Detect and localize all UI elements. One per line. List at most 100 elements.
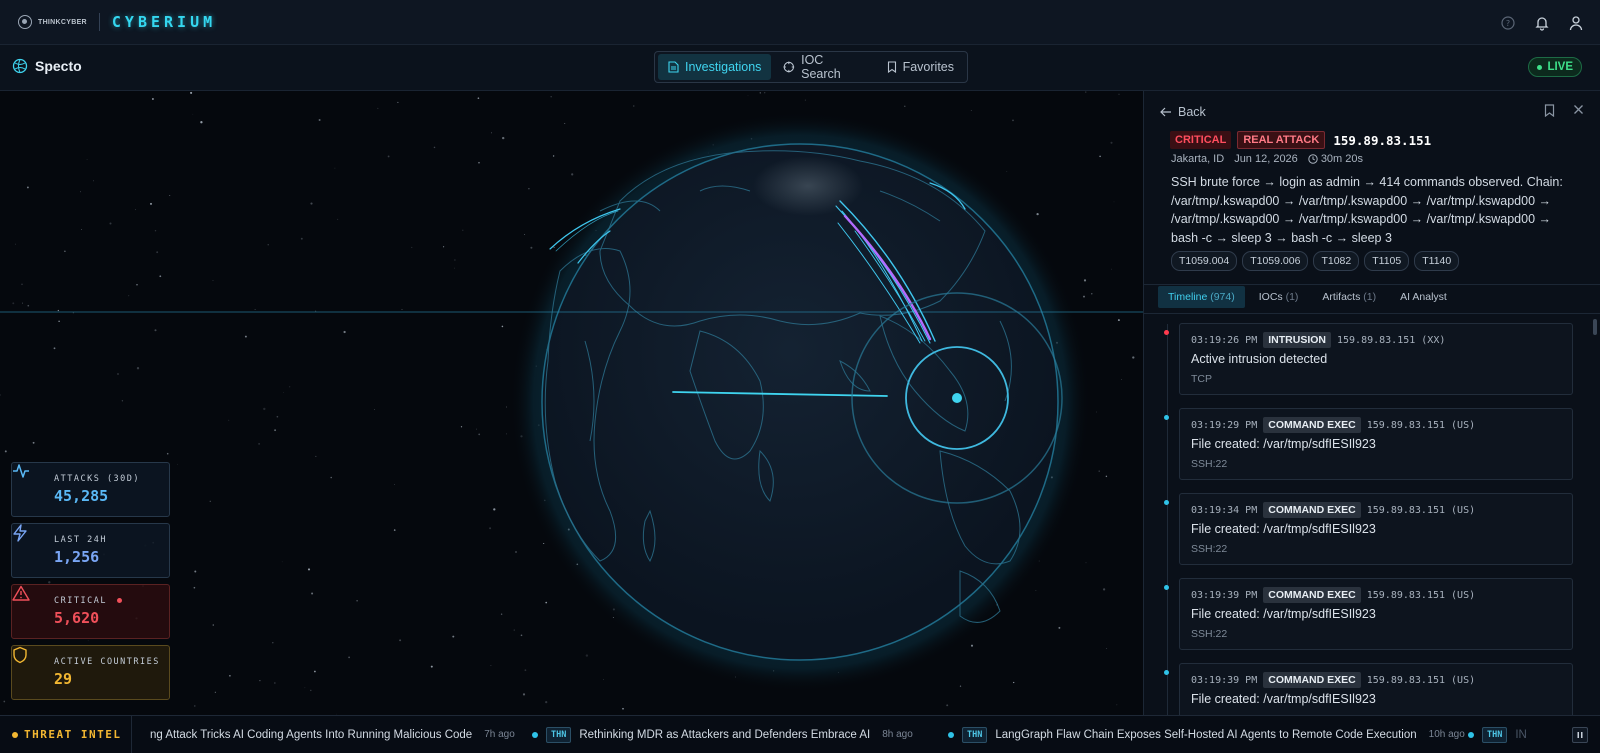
- tab-artifacts[interactable]: Artifacts (1): [1312, 286, 1386, 308]
- event-title: File created: /var/tmp/sdfIESIl923: [1191, 607, 1376, 621]
- help-icon[interactable]: ?: [1500, 15, 1516, 31]
- event-time: 03:19:39 PM: [1191, 674, 1258, 686]
- event-protocol: SSH:22: [1191, 458, 1228, 470]
- star: [430, 665, 433, 668]
- incident-duration: 30m 20s: [1308, 153, 1363, 165]
- threat-intel-ticker: THREAT INTEL ng Attack Tricks AI Coding …: [0, 715, 1600, 753]
- star: [330, 476, 332, 479]
- star: [304, 687, 306, 689]
- star: [274, 429, 277, 432]
- ticker-item[interactable]: THN Rethinking MDR as Attackers and Defe…: [532, 716, 913, 753]
- star: [159, 275, 162, 278]
- timeline-scrollbar[interactable]: [1593, 319, 1597, 335]
- tab-timeline-label: Timeline: [1168, 291, 1208, 303]
- ticker-item[interactable]: THN LangGraph Flaw Chain Exposes Self-Ho…: [948, 716, 1465, 753]
- timeline-event[interactable]: 03:19:26 PM INTRUSION 159.89.83.151 (XX)…: [1164, 323, 1573, 395]
- star: [491, 132, 492, 134]
- live-label: LIVE: [1547, 61, 1573, 73]
- star: [1035, 590, 1037, 592]
- app-title-text: Specto: [35, 58, 82, 74]
- classification-badge: REAL ATTACK: [1237, 131, 1326, 149]
- star: [946, 704, 949, 707]
- star: [530, 246, 533, 249]
- star: [411, 246, 413, 248]
- incident-description: SSH brute force → login as admin → 414 c…: [1171, 175, 1563, 245]
- star: [156, 251, 159, 254]
- ticker-pause-button[interactable]: [1572, 727, 1588, 743]
- ticker-source-badge: THN: [546, 726, 572, 743]
- back-button[interactable]: Back: [1160, 105, 1206, 119]
- technique-tag[interactable]: T1140: [1414, 251, 1460, 271]
- star: [1102, 588, 1106, 591]
- star: [904, 105, 906, 108]
- star: [310, 689, 312, 692]
- technique-tag[interactable]: T1082: [1313, 251, 1360, 271]
- tab-investigations[interactable]: Investigations: [658, 54, 772, 80]
- star: [377, 107, 379, 109]
- event-source: 159.89.83.151 (US): [1366, 589, 1476, 601]
- stat-value: 29: [54, 670, 73, 688]
- star: [1083, 279, 1087, 282]
- stat-card-attacks-30d: ATTACKS (30D) 45,285: [11, 462, 170, 517]
- stat-label: LAST 24H: [54, 535, 107, 545]
- stat-card-last-24h: LAST 24H 1,256: [11, 523, 170, 578]
- event-type: COMMAND EXEC: [1263, 502, 1361, 518]
- tab-ai-analyst[interactable]: AI Analyst: [1390, 286, 1457, 308]
- star: [959, 685, 962, 687]
- bookmark-icon[interactable]: [1544, 104, 1555, 117]
- star: [117, 373, 119, 375]
- star: [80, 228, 82, 230]
- critical-dot: [116, 598, 122, 603]
- star: [337, 218, 339, 220]
- star: [1121, 378, 1122, 380]
- star: [27, 304, 30, 307]
- severity-badge: CRITICAL: [1170, 131, 1232, 149]
- star: [109, 222, 112, 225]
- incident-ip[interactable]: 159.89.83.151: [1333, 133, 1431, 148]
- target-point[interactable]: [952, 393, 962, 403]
- timeline-event[interactable]: 03:19:39 PM COMMAND EXEC 159.89.83.151 (…: [1164, 578, 1573, 650]
- app-header: Specto Investigations IOC Search Favorit…: [0, 45, 1600, 91]
- app-title[interactable]: Specto: [12, 58, 82, 74]
- star: [149, 202, 153, 205]
- star: [228, 419, 230, 421]
- star: [334, 167, 336, 169]
- star: [1098, 470, 1100, 472]
- user-icon[interactable]: [1568, 15, 1584, 31]
- bell-icon[interactable]: [1534, 15, 1550, 31]
- tab-artifacts-label: Artifacts: [1322, 291, 1361, 303]
- star: [212, 624, 215, 626]
- event-dot: [1164, 330, 1169, 335]
- event-title: Active intrusion detected: [1191, 352, 1328, 366]
- star: [1110, 141, 1113, 144]
- star: [397, 101, 399, 103]
- event-type: COMMAND EXEC: [1263, 587, 1361, 603]
- star: [506, 406, 507, 408]
- technique-tag[interactable]: T1059.004: [1171, 251, 1238, 271]
- event-type: INTRUSION: [1263, 332, 1331, 348]
- thinkcyber-logo: THINKCYBER: [18, 15, 87, 29]
- globe-map[interactable]: ATTACKS (30D) 45,285 LAST 24H 1,256 CRIT…: [0, 91, 1143, 715]
- event-protocol: TCP: [1191, 373, 1212, 385]
- ticker-title: Rethinking MDR as Attackers and Defender…: [579, 728, 871, 741]
- tab-iocs-count: (1): [1285, 291, 1299, 303]
- tab-ioc-search[interactable]: IOC Search: [773, 53, 874, 81]
- tab-favorites[interactable]: Favorites: [877, 54, 964, 80]
- tab-iocs[interactable]: IOCs (1): [1249, 286, 1309, 308]
- ticker-item[interactable]: THN IN: [1468, 716, 1527, 753]
- technique-tag[interactable]: T1105: [1364, 251, 1410, 271]
- timeline-event[interactable]: 03:19:34 PM COMMAND EXEC 159.89.83.151 (…: [1164, 493, 1573, 565]
- incident-location: Jakarta, ID: [1171, 153, 1225, 165]
- star: [1099, 155, 1101, 158]
- event-title: File created: /var/tmp/sdfIESIl923: [1191, 522, 1376, 536]
- close-icon[interactable]: [1573, 104, 1584, 115]
- timeline-event[interactable]: 03:19:29 PM COMMAND EXEC 159.89.83.151 (…: [1164, 408, 1573, 480]
- timeline-event[interactable]: 03:19:39 PM COMMAND EXEC 159.89.83.151 (…: [1164, 663, 1573, 715]
- star: [489, 527, 492, 530]
- timeline-list[interactable]: 03:19:26 PM INTRUSION 159.89.83.151 (XX)…: [1144, 314, 1600, 715]
- star: [564, 122, 566, 125]
- ticker-item[interactable]: ng Attack Tricks AI Coding Agents Into R…: [150, 716, 515, 753]
- tab-timeline[interactable]: Timeline (974): [1158, 286, 1245, 308]
- technique-tag[interactable]: T1059.006: [1242, 251, 1309, 271]
- threat-intel-label-text: THREAT INTEL: [24, 728, 122, 741]
